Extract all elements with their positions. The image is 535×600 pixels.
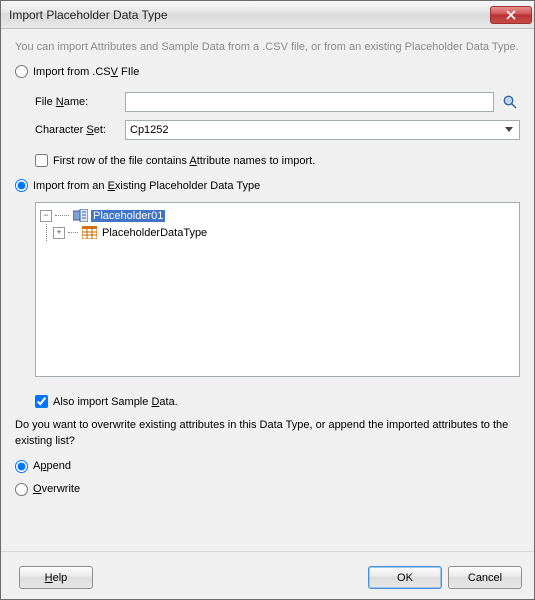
overwrite-question: Do you want to overwrite existing attrib…: [15, 418, 520, 450]
tree-child-label[interactable]: PlaceholderDataType: [100, 227, 209, 239]
import-existing-row: Import from an Existing Placeholder Data…: [15, 179, 520, 192]
import-csv-label[interactable]: Import from .CSV FIle: [33, 66, 139, 78]
collapse-icon[interactable]: −: [40, 210, 52, 222]
tree-node-child[interactable]: + PlaceholderDataType: [40, 224, 515, 241]
sampledata-checkbox[interactable]: [35, 395, 48, 408]
firstrow-label[interactable]: First row of the file contains Attribute…: [53, 155, 315, 167]
import-csv-row: Import from .CSV FIle: [15, 65, 520, 78]
titlebar: Import Placeholder Data Type: [1, 1, 534, 29]
package-icon: [73, 209, 88, 222]
datatype-icon: [82, 226, 97, 239]
import-existing-label[interactable]: Import from an Existing Placeholder Data…: [33, 180, 260, 192]
tree-node-root[interactable]: − Placeholder01: [40, 207, 515, 224]
append-label[interactable]: Append: [33, 460, 71, 472]
import-dialog: Import Placeholder Data Type You can imp…: [0, 0, 535, 600]
file-name-input[interactable]: [125, 92, 494, 112]
chevron-down-icon: [501, 122, 517, 138]
close-button[interactable]: [490, 6, 532, 24]
dialog-body: You can import Attributes and Sample Dat…: [1, 29, 534, 545]
charset-row: Character Set: Cp1252: [35, 120, 520, 140]
ok-button[interactable]: OK: [368, 566, 442, 589]
divider: [1, 551, 534, 552]
sampledata-label[interactable]: Also import Sample Data.: [53, 396, 178, 408]
browse-button[interactable]: [500, 92, 520, 112]
button-row: Help OK Cancel: [1, 560, 534, 599]
overwrite-row: Overwrite: [15, 483, 520, 496]
charset-select[interactable]: Cp1252: [125, 120, 520, 140]
tree-root-label[interactable]: Placeholder01: [91, 210, 165, 222]
window-title: Import Placeholder Data Type: [9, 8, 490, 22]
intro-text: You can import Attributes and Sample Dat…: [15, 41, 520, 53]
firstrow-row: First row of the file contains Attribute…: [35, 154, 520, 167]
placeholder-tree[interactable]: − Placeholder01 + PlaceholderDataType: [35, 202, 520, 377]
overwrite-label[interactable]: Overwrite: [33, 483, 80, 495]
file-name-row: File Name:: [35, 92, 520, 112]
firstrow-checkbox[interactable]: [35, 154, 48, 167]
overwrite-radio[interactable]: [15, 483, 28, 496]
import-existing-radio[interactable]: [15, 179, 28, 192]
charset-value: Cp1252: [130, 124, 169, 136]
file-name-label: File Name:: [35, 96, 125, 108]
close-icon: [506, 10, 516, 20]
append-radio[interactable]: [15, 460, 28, 473]
charset-label: Character Set:: [35, 124, 125, 136]
append-row: Append: [15, 460, 520, 473]
expand-icon[interactable]: +: [53, 227, 65, 239]
help-button[interactable]: Help: [19, 566, 93, 589]
sampledata-row: Also import Sample Data.: [35, 395, 520, 408]
cancel-button[interactable]: Cancel: [448, 566, 522, 589]
import-csv-radio[interactable]: [15, 65, 28, 78]
search-icon: [502, 94, 518, 110]
